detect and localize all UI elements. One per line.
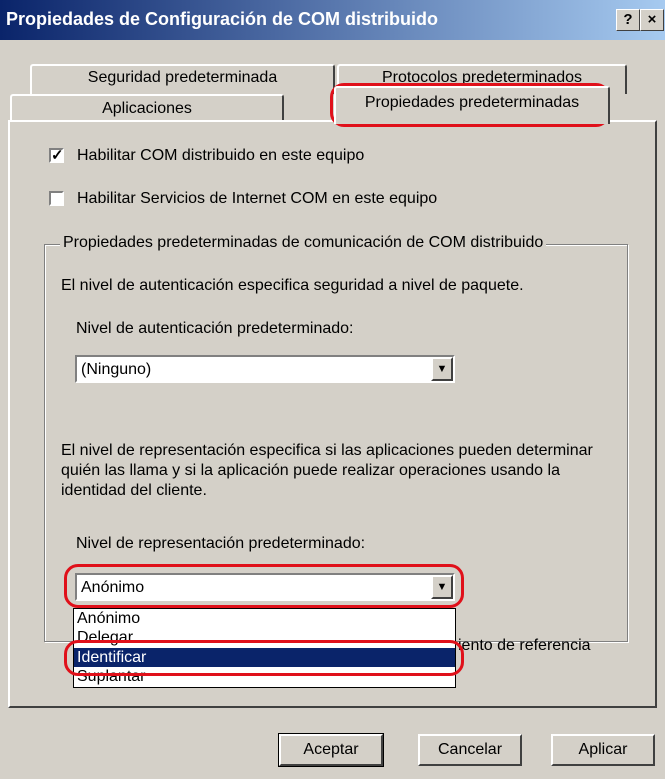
partial-obscured-text: iento de referencia — [458, 637, 591, 654]
impersonation-description: El nivel de representación especifica si… — [61, 442, 593, 499]
apply-button[interactable]: Aplicar — [551, 734, 655, 766]
title-bar: Propiedades de Configuración de COM dist… — [0, 0, 665, 40]
help-button[interactable]: ? — [616, 9, 640, 31]
dialog-window: Propiedades de Configuración de COM dist… — [0, 0, 665, 779]
tab-seguridad-predeterminada[interactable]: Seguridad predeterminada — [30, 64, 335, 94]
groupbox-title: Propiedades predeterminadas de comunicac… — [60, 234, 547, 252]
option-anonimo[interactable]: Anónimo — [74, 609, 455, 628]
chevron-down-icon[interactable]: ▼ — [431, 357, 453, 381]
auth-level-value: (Ninguno) — [81, 361, 152, 378]
check-icon: ✓ — [51, 147, 64, 164]
auth-level-label: Nivel de autenticación predeterminado: — [76, 320, 354, 337]
window-title: Propiedades de Configuración de COM dist… — [6, 9, 439, 29]
annotation-ring-option — [64, 640, 464, 676]
impersonation-level-label: Nivel de representación predeterminado: — [76, 535, 366, 552]
enable-dcom-checkbox[interactable]: ✓ — [49, 147, 64, 164]
annotation-ring-select — [64, 564, 464, 608]
tab-propiedades-predeterminadas[interactable]: Propiedades predeterminadas — [334, 86, 610, 124]
ok-button[interactable]: Aceptar — [278, 733, 384, 767]
tab-aplicaciones[interactable]: Aplicaciones — [10, 94, 284, 122]
close-button[interactable]: × — [640, 9, 664, 31]
enable-cis-checkbox[interactable] — [49, 191, 64, 206]
auth-description: El nivel de autenticación especifica seg… — [61, 277, 524, 294]
auth-level-select[interactable]: (Ninguno) ▼ — [75, 355, 455, 383]
cancel-button[interactable]: Cancelar — [418, 734, 522, 766]
enable-cis-label[interactable]: Habilitar Servicios de Internet COM en e… — [77, 190, 437, 208]
enable-dcom-label[interactable]: Habilitar COM distribuido en este equipo — [77, 147, 364, 165]
